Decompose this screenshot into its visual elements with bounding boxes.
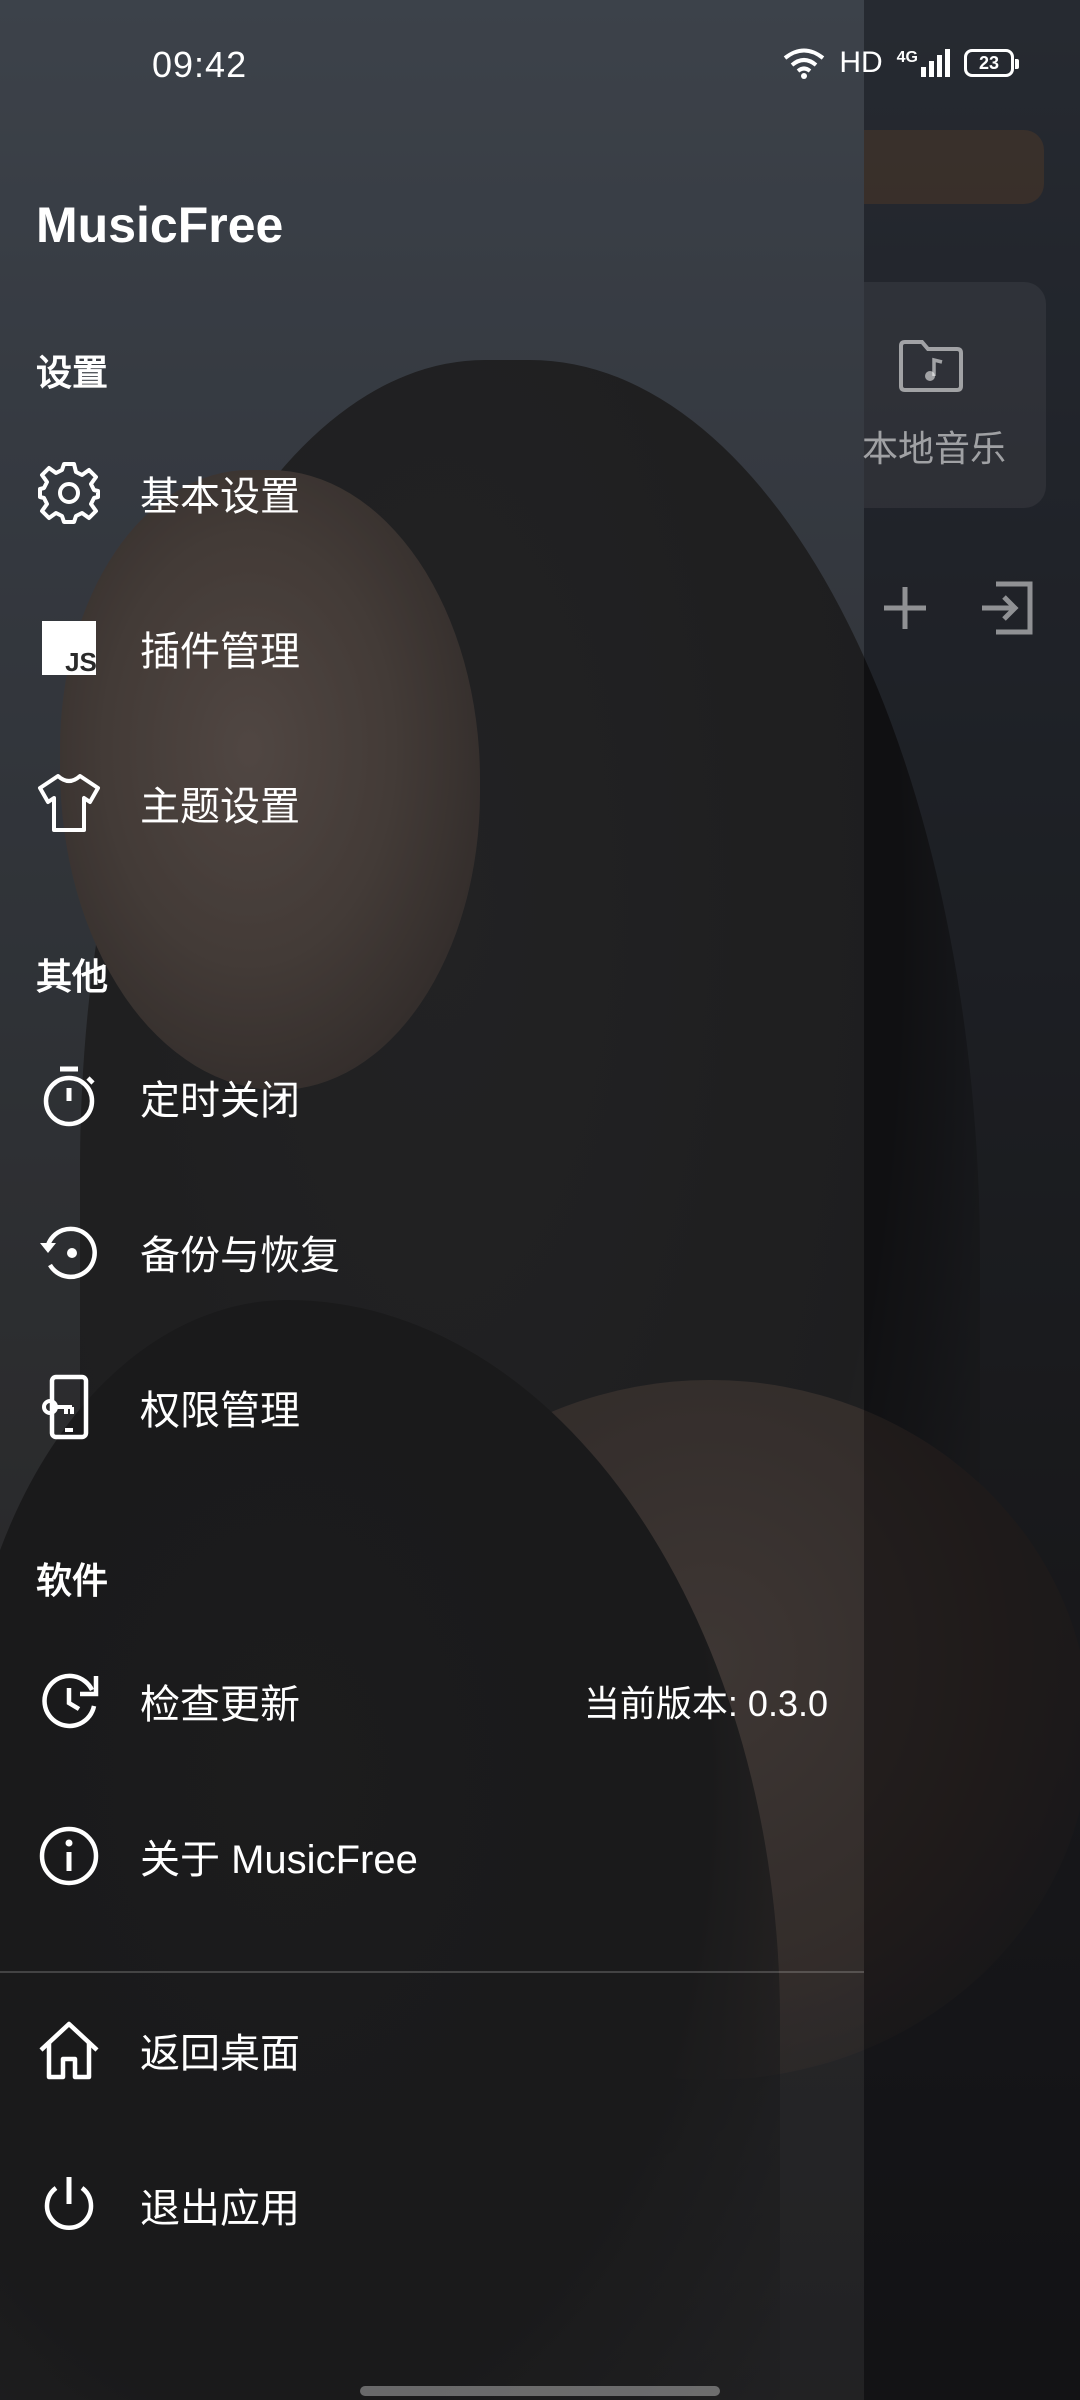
current-version-text: 当前版本: 0.3.0 — [583, 1683, 828, 1724]
plus-icon[interactable] — [880, 583, 930, 633]
menu-item-return-home[interactable]: 返回桌面 — [0, 1975, 864, 2125]
backup-restore-icon — [40, 1226, 97, 1280]
local-music-card[interactable] — [864, 282, 1046, 508]
status-time: 09:42 — [152, 44, 248, 85]
menu-label-plugin-management: 插件管理 — [140, 630, 300, 674]
drawer-divider — [0, 1971, 864, 1973]
home-icon — [39, 2021, 99, 2080]
app-title: MusicFree — [36, 197, 284, 253]
permission-icon — [42, 1374, 89, 1440]
battery-icon: 23 — [964, 49, 1019, 77]
menu-item-theme-settings[interactable]: 主题设置 — [0, 728, 864, 878]
status-bar: 09:42 HD 4G 23 — [0, 0, 1080, 140]
import-icon[interactable] — [978, 580, 1036, 636]
signal-label: 4G — [896, 49, 918, 66]
menu-item-exit-app[interactable]: 退出应用 — [0, 2130, 864, 2280]
wifi-icon — [784, 48, 825, 79]
info-icon — [39, 1826, 99, 1886]
menu-item-about[interactable]: 关于 MusicFree — [0, 1781, 864, 1931]
folder-music-icon — [899, 340, 963, 392]
timer-icon — [43, 1066, 95, 1127]
battery-level: 23 — [978, 52, 1000, 73]
svg-text:JS: JS — [65, 647, 97, 677]
menu-item-basic-settings[interactable]: 基本设置 — [0, 418, 864, 568]
local-music-label: 本地音乐 — [862, 428, 1007, 469]
menu-item-permission-management[interactable]: 权限管理 — [0, 1332, 864, 1482]
menu-label-about: 关于 MusicFree — [140, 1838, 418, 1882]
menu-item-check-update[interactable]: 检查更新 当前版本: 0.3.0 — [0, 1626, 864, 1776]
menu-item-sleep-timer[interactable]: 定时关闭 — [0, 1022, 864, 1172]
section-title-software: 软件 — [36, 1560, 109, 1601]
menu-label-basic-settings: 基本设置 — [140, 475, 300, 519]
gesture-home-indicator[interactable] — [360, 2386, 720, 2396]
power-icon — [44, 2177, 94, 2230]
menu-label-theme-settings: 主题设置 — [140, 785, 300, 829]
status-icons: HD 4G 23 — [783, 46, 1019, 80]
signal-icon: 4G — [897, 49, 950, 77]
menu-item-backup-restore[interactable]: 备份与恢复 — [0, 1177, 864, 1327]
menu-label-check-update: 检查更新 — [140, 1683, 300, 1727]
main-screen-top-strip — [864, 130, 1044, 204]
menu-label-permission-management: 权限管理 — [140, 1389, 300, 1433]
menu-item-plugin-management[interactable]: JS 插件管理 — [0, 573, 864, 723]
update-icon — [42, 1673, 99, 1729]
network-label: HD — [839, 46, 883, 79]
js-plugin-icon: JS — [42, 621, 97, 677]
section-title-settings: 设置 — [36, 352, 109, 393]
gear-icon — [38, 462, 100, 524]
menu-label-exit-app: 退出应用 — [140, 2187, 300, 2231]
menu-label-backup-restore: 备份与恢复 — [140, 1234, 340, 1278]
menu-label-sleep-timer: 定时关闭 — [140, 1079, 300, 1123]
navigation-drawer: MusicFree 设置 基本设置 JS 插件管理 主题设置 其他 定时关闭 备… — [0, 0, 864, 2400]
menu-label-return-home: 返回桌面 — [140, 2032, 300, 2076]
section-title-other: 其他 — [36, 956, 109, 997]
tshirt-icon — [38, 774, 100, 832]
